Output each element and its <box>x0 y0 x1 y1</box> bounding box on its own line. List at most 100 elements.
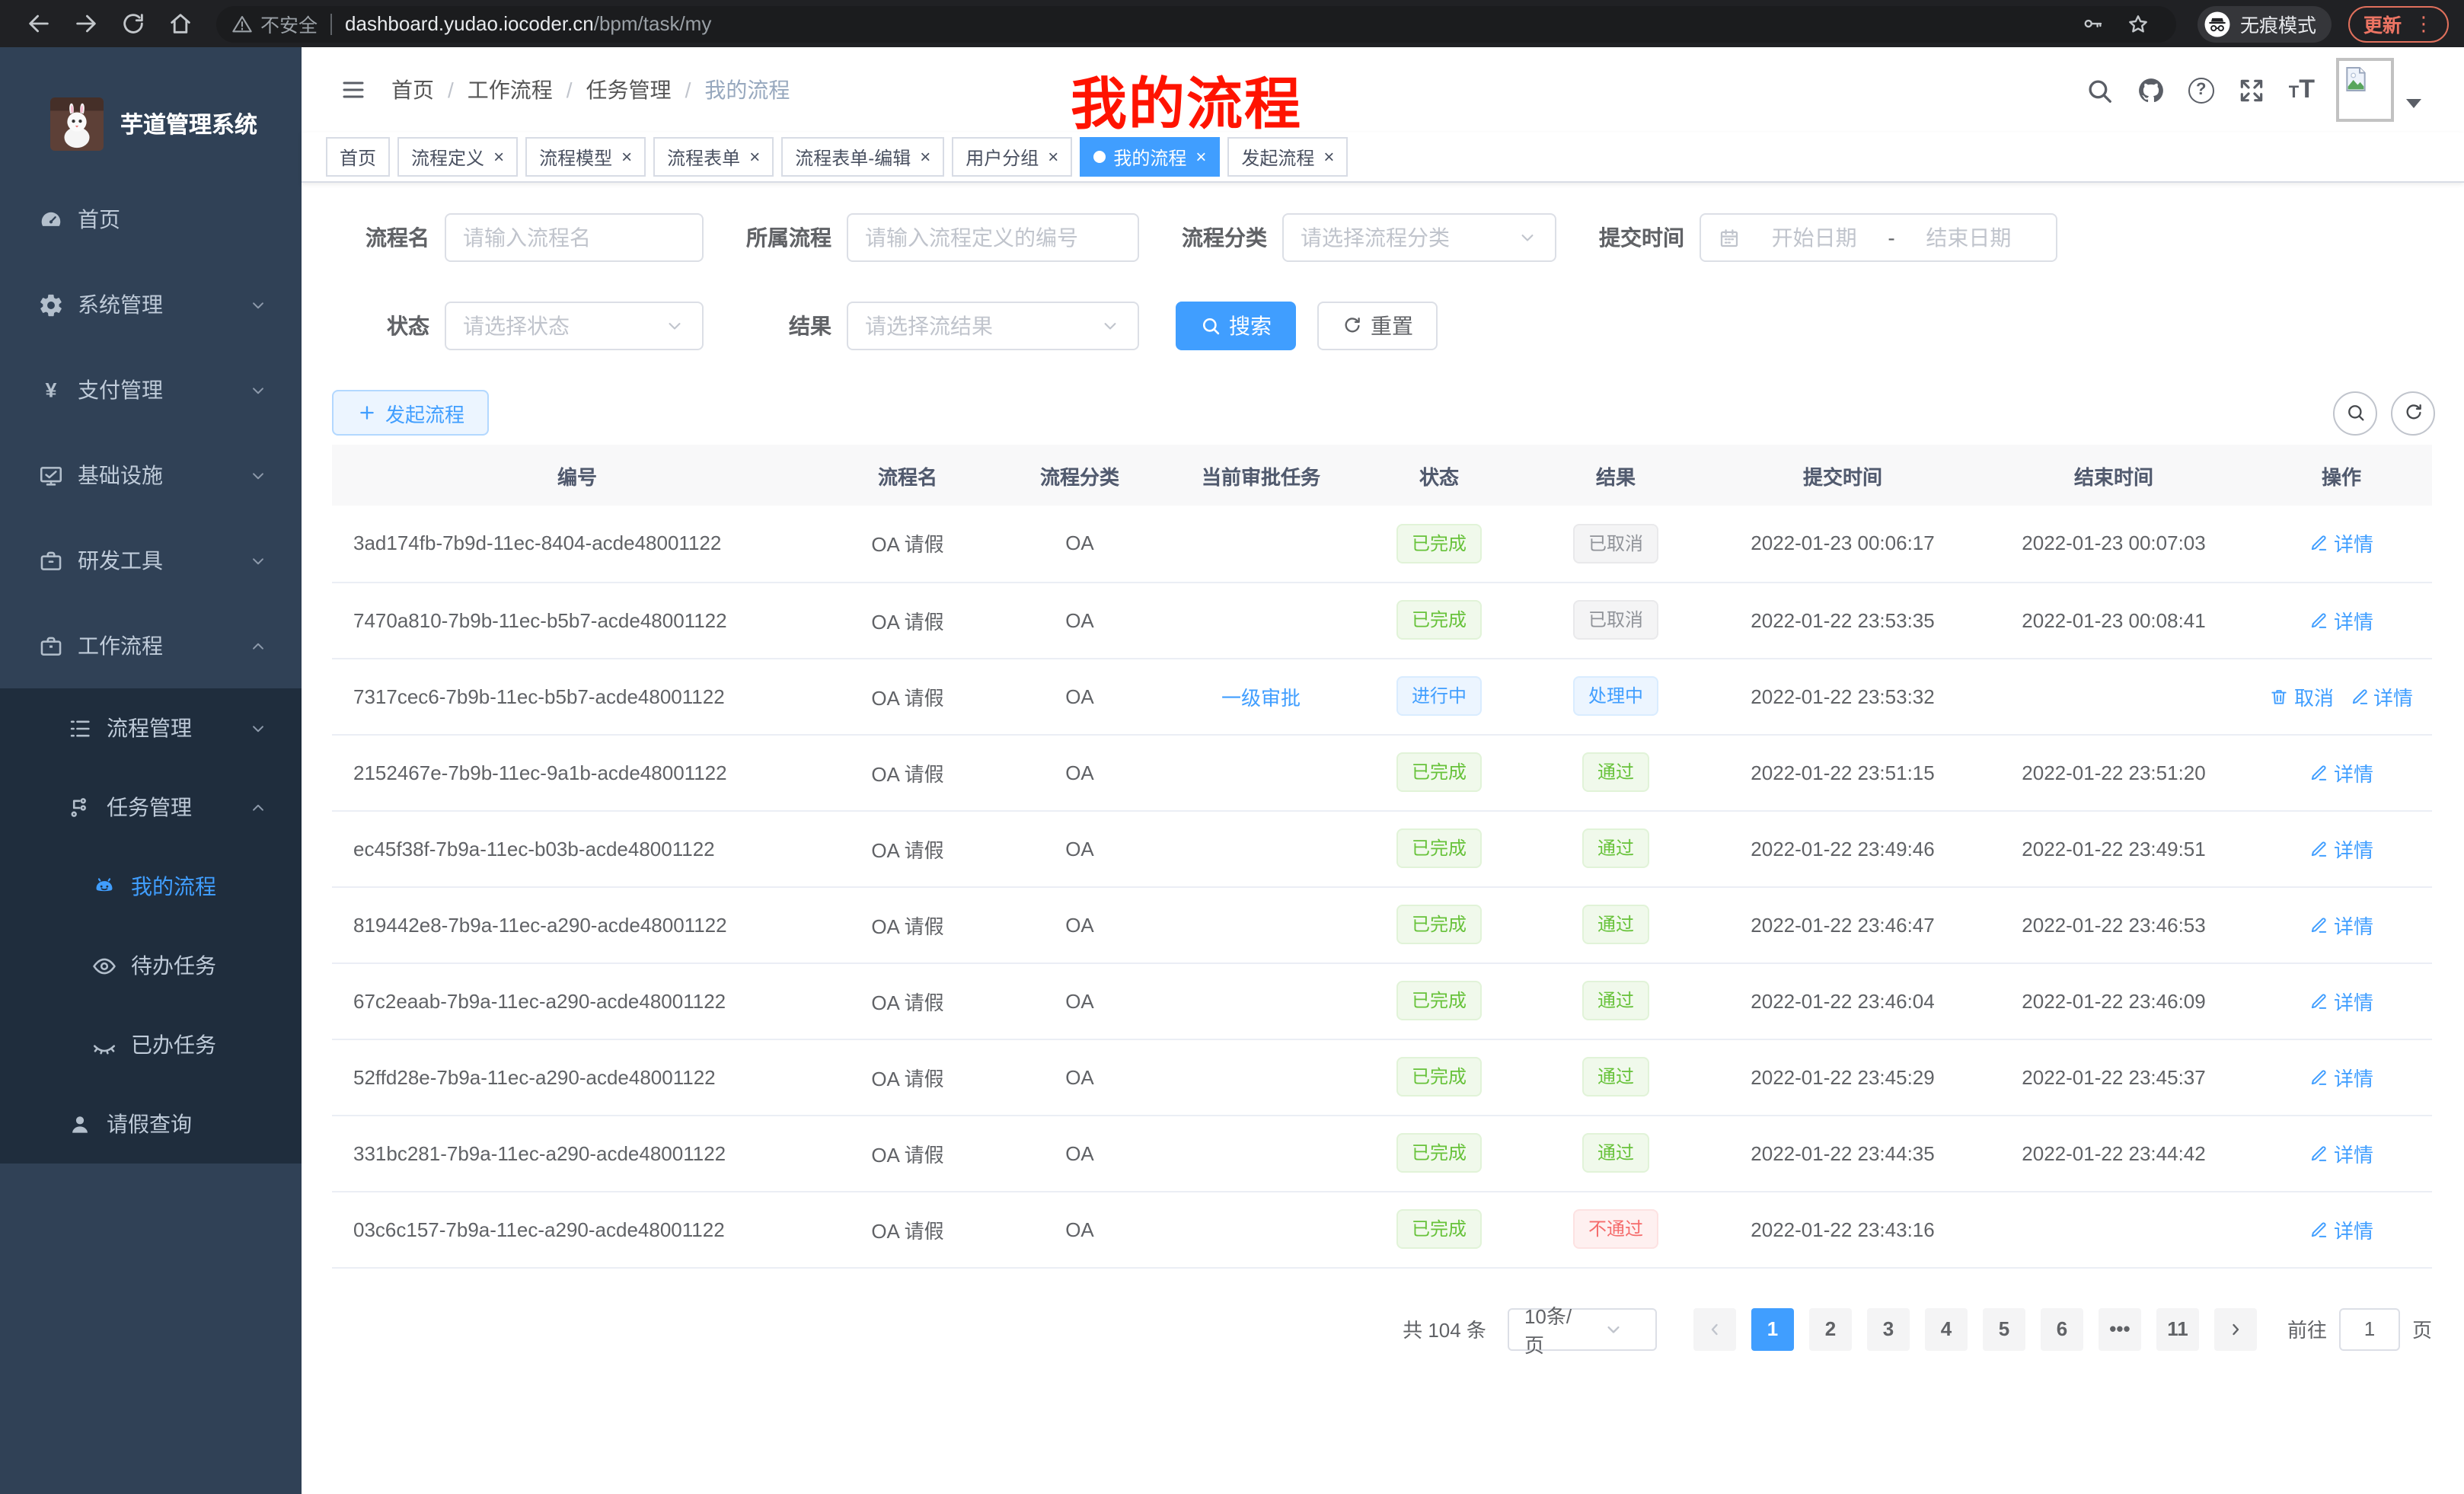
page-button-1[interactable]: 1 <box>1751 1307 1794 1350</box>
action-详情[interactable]: 详情 <box>2309 758 2373 787</box>
back-icon[interactable] <box>26 11 52 37</box>
tab-流程表单[interactable]: 流程表单× <box>653 137 774 177</box>
action-label: 详情 <box>2373 682 2413 710</box>
close-icon[interactable]: × <box>920 148 930 166</box>
search-icon[interactable] <box>2085 75 2114 104</box>
incognito-badge[interactable]: 无痕模式 <box>2197 5 2332 42</box>
page-button-2[interactable]: 2 <box>1809 1307 1852 1350</box>
close-icon[interactable]: × <box>749 148 760 166</box>
sidebar-item-工作流程[interactable]: 工作流程 <box>0 603 302 688</box>
close-icon[interactable]: × <box>493 148 504 166</box>
caret-down-icon[interactable] <box>2406 99 2421 108</box>
fullscreen-icon[interactable] <box>2237 75 2266 104</box>
cell-category: OA <box>993 1115 1167 1191</box>
next-page-button[interactable] <box>2214 1307 2257 1350</box>
close-icon[interactable]: × <box>1323 148 1334 166</box>
placeholder: 请输入流程名 <box>463 222 591 253</box>
sidebar-item-支付管理[interactable]: ¥支付管理 <box>0 347 302 433</box>
filter-select[interactable]: 请选择流结果 <box>847 302 1139 350</box>
process-table: 编号流程名流程分类当前审批任务状态结果提交时间结束时间操作 3ad174fb-7… <box>332 445 2432 1268</box>
page-jump-input[interactable] <box>2339 1307 2400 1350</box>
search-toggle-icon[interactable] <box>2333 391 2377 435</box>
reset-button[interactable]: 重置 <box>1317 302 1438 350</box>
sidebar-item-基础设施[interactable]: 基础设施 <box>0 433 302 518</box>
close-icon[interactable]: × <box>1048 148 1058 166</box>
action-详情[interactable]: 详情 <box>2309 1138 2373 1167</box>
text-size-icon[interactable]: TT <box>2289 75 2315 105</box>
page-size-select[interactable]: 10条/页 <box>1508 1307 1657 1350</box>
action-详情[interactable]: 详情 <box>2349 682 2413 710</box>
prev-page-button[interactable] <box>1693 1307 1736 1350</box>
security-label[interactable]: 不安全 <box>260 9 318 38</box>
pencil-icon <box>2309 991 2334 1010</box>
tab-流程表单-编辑[interactable]: 流程表单-编辑 × <box>781 137 944 177</box>
cell-result: 通过 <box>1523 962 1709 1039</box>
search-button[interactable]: 搜索 <box>1176 302 1296 350</box>
sidebar-item-待办任务[interactable]: 待办任务 <box>0 926 302 1005</box>
active-dot-icon <box>1093 151 1106 163</box>
action-详情[interactable]: 详情 <box>2309 986 2373 1015</box>
sidebar-item-已办任务[interactable]: 已办任务 <box>0 1005 302 1084</box>
cell-submit-time: 2022-01-22 23:46:04 <box>1709 962 1977 1039</box>
tab-首页[interactable]: 首页 <box>326 137 390 177</box>
github-icon[interactable] <box>2137 75 2166 104</box>
action-详情[interactable]: 详情 <box>2309 1215 2373 1243</box>
tab-流程定义[interactable]: 流程定义× <box>397 137 518 177</box>
action-详情[interactable]: 详情 <box>2309 529 2373 558</box>
sidebar-item-流程管理[interactable]: 流程管理 <box>0 688 302 768</box>
menu-dots-icon[interactable]: ⋮ <box>2414 11 2434 36</box>
result-badge: 通过 <box>1582 1057 1649 1097</box>
star-icon[interactable] <box>2126 11 2150 36</box>
sidebar-item-任务管理[interactable]: 任务管理 <box>0 768 302 847</box>
question-icon[interactable]: ? <box>2188 77 2214 103</box>
more-pages-button[interactable]: ••• <box>2099 1307 2141 1350</box>
breadcrumb-item[interactable]: 首页 <box>391 75 434 105</box>
close-icon[interactable]: × <box>1195 148 1206 166</box>
page-button-6[interactable]: 6 <box>2041 1307 2083 1350</box>
action-取消[interactable]: 取消 <box>2270 682 2334 710</box>
tab-流程模型[interactable]: 流程模型× <box>525 137 646 177</box>
close-icon[interactable]: × <box>621 148 632 166</box>
hamburger-icon[interactable] <box>340 76 367 104</box>
tab-发起流程[interactable]: 发起流程× <box>1227 137 1348 177</box>
tab-我的流程[interactable]: 我的流程× <box>1080 137 1220 177</box>
browser-update-button[interactable]: 更新 ⋮ <box>2348 5 2449 42</box>
sidebar-item-我的流程[interactable]: 我的流程 <box>0 847 302 926</box>
home-icon[interactable] <box>168 11 193 37</box>
sidebar-item-研发工具[interactable]: 研发工具 <box>0 518 302 603</box>
date-range-input[interactable]: 开始日期-结束日期 <box>1700 213 2057 262</box>
page-button-5[interactable]: 5 <box>1983 1307 2025 1350</box>
avatar[interactable] <box>2336 58 2394 122</box>
create-process-button[interactable]: 发起流程 <box>332 390 489 436</box>
flow-icon <box>67 794 93 820</box>
refresh-icon[interactable] <box>2391 391 2435 435</box>
result-badge: 已取消 <box>1573 524 1658 563</box>
breadcrumb-item[interactable]: 工作流程 <box>468 75 553 105</box>
breadcrumb-item[interactable]: 任务管理 <box>586 75 672 105</box>
sidebar-item-系统管理[interactable]: 系统管理 <box>0 262 302 347</box>
address-bar[interactable]: 不安全 dashboard.yudao.iocoder.cn /bpm/task… <box>216 5 2176 42</box>
action-详情[interactable]: 详情 <box>2309 910 2373 939</box>
reload-icon[interactable] <box>120 11 146 37</box>
action-详情[interactable]: 详情 <box>2309 834 2373 863</box>
action-详情[interactable]: 详情 <box>2309 605 2373 634</box>
current-task-link[interactable]: 一级审批 <box>1221 686 1301 709</box>
sidebar-item-请假查询[interactable]: 请假查询 <box>0 1084 302 1164</box>
filter-input[interactable]: 请输入流程名 <box>445 213 704 262</box>
filter-select[interactable]: 请选择状态 <box>445 302 704 350</box>
cell-status: 已完成 <box>1355 810 1523 886</box>
sidebar-item-首页[interactable]: 首页 <box>0 177 302 262</box>
forward-icon[interactable] <box>73 11 99 37</box>
filter-input[interactable]: 请输入流程定义的编号 <box>847 213 1139 262</box>
tab-用户分组[interactable]: 用户分组× <box>952 137 1072 177</box>
page-button-4[interactable]: 4 <box>1925 1307 1968 1350</box>
filter-select[interactable]: 请选择流程分类 <box>1282 213 1556 262</box>
action-详情[interactable]: 详情 <box>2309 1062 2373 1091</box>
cell-actions: 取消 详情 <box>2251 658 2432 734</box>
tab-label: 流程表单-编辑 <box>795 144 911 170</box>
page-button-3[interactable]: 3 <box>1867 1307 1910 1350</box>
key-icon[interactable] <box>2082 12 2105 35</box>
page-button-11[interactable]: 11 <box>2156 1307 2199 1350</box>
sidebar-logo[interactable]: 芋道管理系统 <box>0 47 302 177</box>
result-badge: 通过 <box>1582 981 1649 1020</box>
